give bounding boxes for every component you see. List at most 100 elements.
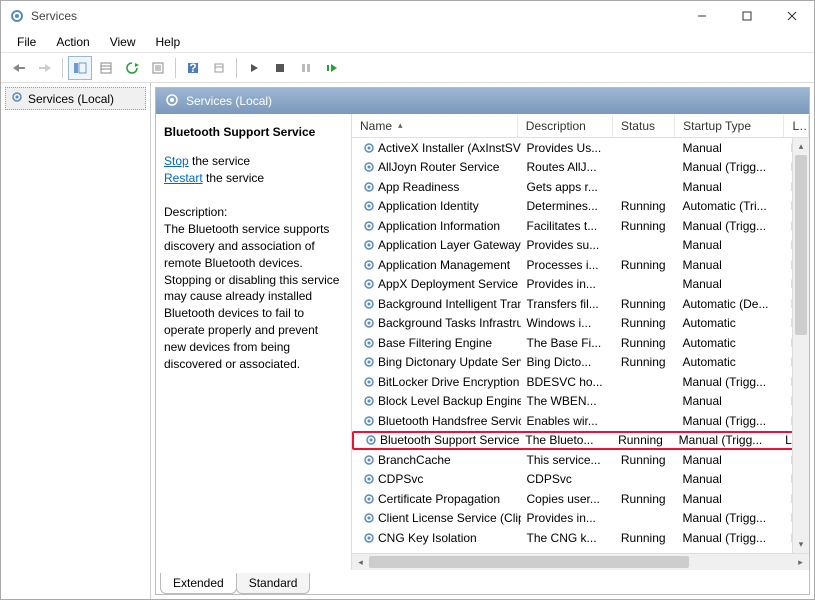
service-row[interactable]: Application IdentityDetermines...Running… [352, 197, 809, 217]
gear-icon [362, 492, 376, 506]
service-row[interactable]: ActiveX Installer (AxInstSV)Provides Us.… [352, 138, 809, 158]
column-status[interactable]: Status [613, 115, 675, 137]
scroll-down-icon[interactable]: ▾ [793, 536, 809, 553]
cell-startup: Manual [676, 180, 784, 194]
cell-description: The CNG k... [521, 531, 615, 545]
services-window: Services File Action View Help ? [0, 0, 815, 600]
column-startup[interactable]: Startup Type [675, 115, 784, 137]
service-row[interactable]: Background Tasks Infrastruc...Windows i.… [352, 314, 809, 334]
gear-icon [362, 297, 376, 311]
service-row[interactable]: Client License Service (ClipS...Provides… [352, 509, 809, 529]
service-row[interactable]: Bing Dictonary Update ServiceBing Dicto.… [352, 353, 809, 373]
cell-name: ActiveX Installer (AxInstSV) [356, 141, 521, 155]
column-name[interactable]: Name [352, 115, 518, 137]
cell-name: AllJoyn Router Service [356, 160, 521, 174]
column-description[interactable]: Description [518, 115, 613, 137]
horizontal-scrollbar[interactable]: ◂ ▸ [352, 553, 809, 570]
tab-standard[interactable]: Standard [236, 573, 311, 594]
menu-action[interactable]: Action [48, 33, 97, 51]
cell-description: The Blueto... [519, 433, 612, 447]
restart-service-button[interactable] [320, 56, 344, 80]
close-button[interactable] [769, 1, 814, 31]
cell-description: This service... [521, 453, 615, 467]
minimize-button[interactable] [679, 1, 724, 31]
cell-startup: Manual [676, 472, 784, 486]
cell-startup: Manual [676, 141, 784, 155]
service-row[interactable]: Block Level Backup Engine S...The WBEN..… [352, 392, 809, 412]
toolbar-button[interactable] [207, 56, 231, 80]
cell-startup: Manual (Trigg... [676, 511, 784, 525]
cell-description: The Base Fi... [521, 336, 615, 350]
gear-icon [362, 336, 376, 350]
scroll-up-icon[interactable]: ▴ [793, 138, 809, 155]
gear-icon [362, 277, 376, 291]
cell-name: Bluetooth Support Service [358, 433, 519, 447]
menu-file[interactable]: File [9, 33, 44, 51]
restart-link[interactable]: Restart [164, 171, 203, 185]
service-row[interactable]: CNG Key IsolationThe CNG k...RunningManu… [352, 528, 809, 548]
menu-help[interactable]: Help [148, 33, 189, 51]
service-row[interactable]: Bluetooth Handsfree ServiceEnables wir..… [352, 411, 809, 431]
service-row[interactable]: BitLocker Drive Encryption S...BDESVC ho… [352, 372, 809, 392]
restart-suffix: the service [203, 171, 264, 185]
service-row[interactable]: Application ManagementProcesses i...Runn… [352, 255, 809, 275]
gear-icon [362, 453, 376, 467]
cell-status: Running [615, 219, 677, 233]
show-hide-tree-button[interactable] [68, 56, 92, 80]
cell-name: BitLocker Drive Encryption S... [356, 375, 521, 389]
maximize-button[interactable] [724, 1, 769, 31]
properties-button[interactable] [146, 56, 170, 80]
scroll-right-icon[interactable]: ▸ [792, 554, 809, 570]
help-button[interactable]: ? [181, 56, 205, 80]
gear-icon [364, 433, 378, 447]
pause-service-button[interactable] [294, 56, 318, 80]
refresh-button[interactable] [120, 56, 144, 80]
cell-startup: Manual [676, 453, 784, 467]
service-row[interactable]: AppX Deployment Service (...Provides in.… [352, 275, 809, 295]
service-row[interactable]: Application InformationFacilitates t...R… [352, 216, 809, 236]
cell-name: Base Filtering Engine [356, 336, 521, 350]
column-logon[interactable]: Lo [784, 115, 809, 137]
cell-name: BranchCache [356, 453, 521, 467]
services-grid: Name Description Status Startup Type Lo … [351, 114, 809, 570]
cell-startup: Manual (Trigg... [676, 160, 784, 174]
forward-button[interactable] [33, 56, 57, 80]
cell-name: Application Management [356, 258, 521, 272]
description-label: Description: [164, 204, 343, 221]
start-service-button[interactable] [242, 56, 266, 80]
stop-service-button[interactable] [268, 56, 292, 80]
cell-startup: Automatic [676, 355, 784, 369]
cell-description: CDPSvc [521, 472, 615, 486]
service-row[interactable]: Certificate PropagationCopies user...Run… [352, 489, 809, 509]
cell-description: Processes i... [521, 258, 615, 272]
tree-item-services-local[interactable]: Services (Local) [5, 87, 146, 110]
service-row[interactable]: Background Intelligent Trans...Transfers… [352, 294, 809, 314]
service-row[interactable]: BranchCacheThis service...RunningManualN… [352, 450, 809, 470]
scroll-thumb[interactable] [795, 155, 807, 335]
vertical-scrollbar[interactable]: ▴ ▾ [792, 138, 809, 553]
cell-status: Running [615, 316, 677, 330]
service-row[interactable]: Bluetooth Support ServiceThe Blueto...Ru… [352, 431, 805, 451]
service-row[interactable]: Application Layer Gateway S...Provides s… [352, 236, 809, 256]
stop-link[interactable]: Stop [164, 154, 189, 168]
back-button[interactable] [7, 56, 31, 80]
cell-startup: Manual (Trigg... [673, 433, 779, 447]
gear-icon [362, 375, 376, 389]
cell-startup: Manual [676, 492, 784, 506]
service-row[interactable]: Base Filtering EngineThe Base Fi...Runni… [352, 333, 809, 353]
tab-extended[interactable]: Extended [160, 573, 237, 594]
cell-startup: Manual [676, 238, 784, 252]
scroll-track[interactable] [689, 554, 792, 570]
service-row[interactable]: CDPSvcCDPSvcManualLo [352, 470, 809, 490]
service-row[interactable]: App ReadinessGets apps r...ManualLo [352, 177, 809, 197]
scroll-thumb[interactable] [369, 556, 689, 568]
export-list-button[interactable] [94, 56, 118, 80]
toolbar-separator [62, 58, 63, 78]
menu-view[interactable]: View [102, 33, 144, 51]
cell-description: Determines... [521, 199, 615, 213]
scroll-left-icon[interactable]: ◂ [352, 554, 369, 570]
detail-header: Services (Local) [156, 88, 809, 114]
cell-startup: Manual (Trigg... [676, 375, 784, 389]
service-row[interactable]: AllJoyn Router ServiceRoutes AllJ...Manu… [352, 158, 809, 178]
gear-icon [362, 531, 376, 545]
